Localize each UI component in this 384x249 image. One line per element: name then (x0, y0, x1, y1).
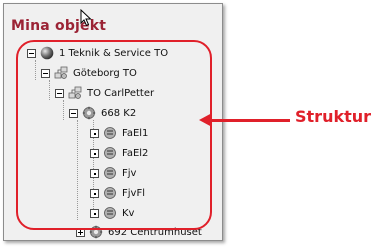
component-icon (104, 167, 116, 179)
collapse-toggle[interactable] (55, 88, 64, 98)
component-icon (104, 147, 116, 159)
annotation-callout: Struktur (295, 107, 372, 126)
tree-node-label: TO CarlPetter (87, 87, 155, 99)
tree-connector (63, 100, 64, 120)
tree-node-fael2[interactable]: FaEl2 (90, 145, 148, 161)
collapse-toggle[interactable] (41, 68, 50, 78)
tree-node-fael1[interactable]: FaEl1 (90, 125, 148, 141)
tree-node-label: 1 Teknik & Service TO (59, 47, 169, 59)
tree-node-to-carlpetter[interactable]: TO CarlPetter (55, 85, 154, 101)
component-icon (104, 207, 116, 219)
tree-node-668-k2[interactable]: 668 K2 (69, 105, 136, 121)
collapse-toggle[interactable] (27, 48, 36, 58)
expand-toggle[interactable] (76, 227, 85, 237)
tree-node-fjv[interactable]: Fjv (90, 165, 136, 181)
leaf-toggle[interactable] (90, 188, 99, 198)
my-objects-panel: Mina objekt 1 Teknik & Service TO Götebo… (3, 3, 223, 241)
tree-node-kv[interactable]: Kv (90, 205, 134, 221)
component-icon (104, 187, 116, 199)
leaf-toggle[interactable] (90, 148, 99, 158)
gear-icon (82, 106, 96, 120)
leaf-toggle[interactable] (90, 128, 99, 138)
component-icon (104, 127, 116, 139)
collapse-toggle[interactable] (69, 108, 78, 118)
tree-connector (77, 120, 78, 220)
screenshot-stage: Mina objekt 1 Teknik & Service TO Götebo… (0, 0, 384, 249)
tree-node-label: 692 Centrumhuset (108, 226, 202, 238)
annotation-arrow-head (199, 113, 212, 127)
tree-node-label: Kv (122, 207, 135, 219)
tree-node-692-centrumhuset[interactable]: 692 Centrumhuset (76, 224, 202, 240)
network-icon (54, 66, 68, 79)
tree-connector (35, 60, 36, 80)
tree-connector (49, 80, 50, 100)
tree-node-goteborg[interactable]: Göteborg TO (41, 65, 137, 81)
leaf-toggle[interactable] (90, 208, 99, 218)
tree-node-label: Göteborg TO (73, 67, 137, 79)
tree-node-label: FaEl2 (122, 147, 149, 159)
tree-node-fjvfl[interactable]: FjvFl (90, 185, 145, 201)
gear-icon (89, 225, 103, 239)
tree-node-teknik-service[interactable]: 1 Teknik & Service TO (27, 45, 168, 61)
tree-node-label: FjvFl (122, 187, 145, 199)
tree-node-label: FaEl1 (122, 127, 149, 139)
tree-node-label: 668 K2 (101, 107, 137, 119)
leaf-toggle[interactable] (90, 168, 99, 178)
network-icon (68, 86, 82, 99)
annotation-arrow-shaft (210, 119, 290, 122)
tree-node-label: Fjv (122, 167, 137, 179)
mouse-pointer-icon (80, 9, 92, 27)
globe-icon (40, 46, 54, 60)
